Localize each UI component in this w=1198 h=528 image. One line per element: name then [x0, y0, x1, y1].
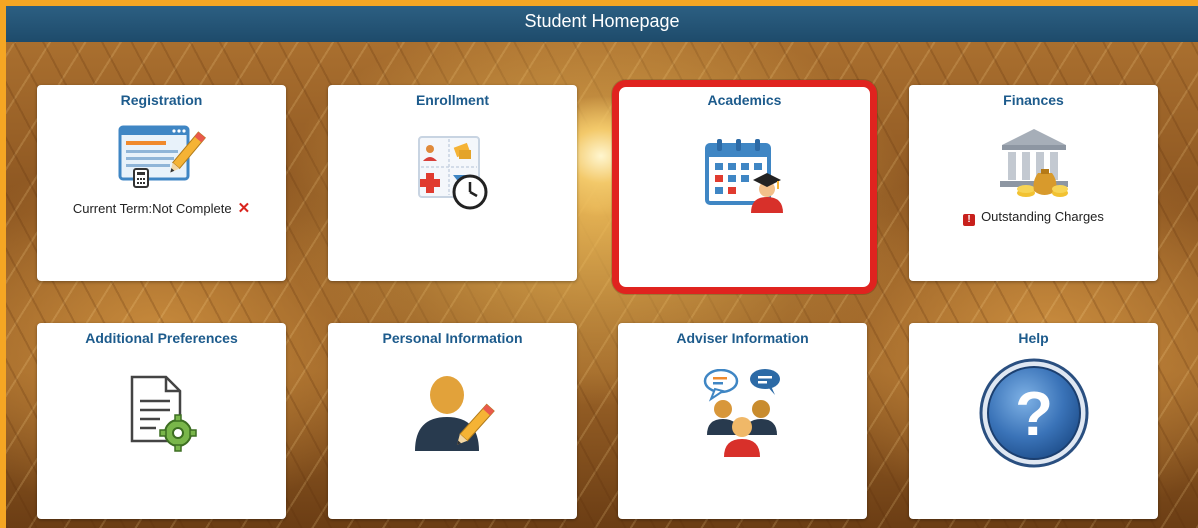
- adviser-chat-icon: [703, 369, 780, 457]
- enrollment-schedule-icon: [417, 136, 487, 210]
- finances-status-text: Outstanding Charges: [981, 209, 1104, 224]
- academics-calendar-graduate-icon: [704, 139, 783, 213]
- finances-status: ! Outstanding Charges: [909, 209, 1158, 226]
- bank-money-icon: [999, 129, 1068, 197]
- page-header: Student Homepage: [6, 6, 1198, 42]
- document-settings-icon: [130, 375, 197, 452]
- person-edit-icon: [414, 376, 495, 451]
- page-title: Student Homepage: [524, 11, 680, 31]
- registration-status: Current Term:Not Complete ✕: [37, 199, 286, 217]
- help-symbol: ?: [1015, 380, 1053, 449]
- tile-adviser-information[interactable]: Adviser Information: [618, 323, 867, 519]
- tile-help[interactable]: Help ?: [909, 323, 1158, 519]
- help-question-icon: ?: [979, 358, 1088, 468]
- tile-finances[interactable]: Finances ! Outstanding Charges: [909, 85, 1158, 281]
- registration-status-text: Current Term:Not Complete: [72, 201, 232, 216]
- alert-icon: !: [963, 214, 976, 226]
- tile-title: Adviser Information: [676, 330, 809, 346]
- tile-personal-information[interactable]: Personal Information: [328, 323, 577, 519]
- tile-registration[interactable]: Registration Current Term:Not Complete ✕: [37, 85, 286, 281]
- tile-additional-preferences[interactable]: Additional Preferences: [37, 323, 286, 519]
- homepage-frame: Student Homepage Registration Current Te…: [6, 6, 1198, 528]
- tile-title: Additional Preferences: [85, 330, 238, 346]
- registration-form-icon: [118, 125, 206, 188]
- tile-title: Academics: [707, 92, 782, 108]
- tile-title: Help: [1018, 330, 1049, 346]
- tile-title: Personal Information: [382, 330, 523, 346]
- tile-title: Finances: [1003, 92, 1064, 108]
- tile-academics[interactable]: Academics: [612, 80, 877, 294]
- tile-title: Registration: [120, 92, 203, 108]
- x-mark-icon: ✕: [237, 200, 251, 217]
- tile-title: Enrollment: [415, 92, 490, 108]
- tile-enrollment[interactable]: Enrollment: [328, 85, 577, 281]
